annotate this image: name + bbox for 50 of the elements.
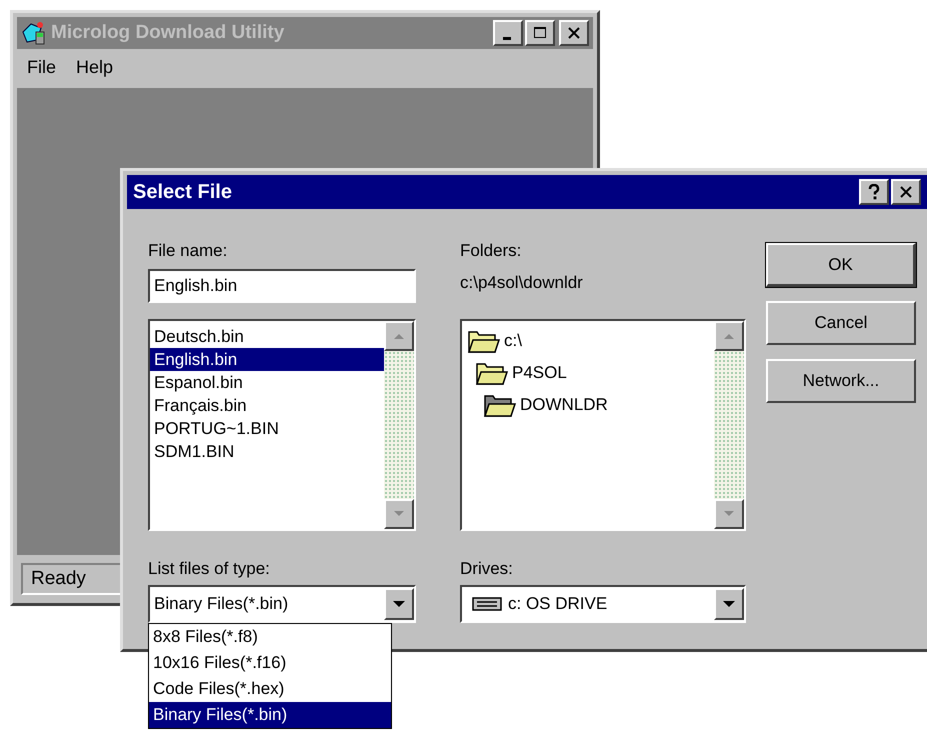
- folder-name[interactable]: c:\: [504, 331, 522, 351]
- dropdown-option[interactable]: Code Files(*.hex): [149, 676, 391, 702]
- window-title: Microlog Download Utility: [51, 22, 286, 44]
- file-list-item[interactable]: Deutsch.bin: [150, 325, 384, 348]
- dialog-button[interactable]: OK: [766, 243, 916, 287]
- dropdown-option[interactable]: 8x8 Files(*.f8): [149, 624, 391, 650]
- file-list-item[interactable]: Français.bin: [150, 394, 384, 417]
- down-arrow-icon: [393, 510, 405, 518]
- dialog-button[interactable]: Network...: [766, 359, 916, 403]
- file-list-item[interactable]: Espanol.bin: [150, 371, 384, 394]
- close-icon: [899, 185, 913, 199]
- file-name-label: File name:: [148, 240, 228, 262]
- scrollbar[interactable]: [384, 321, 414, 529]
- maximize-icon: [533, 26, 547, 40]
- menu-item[interactable]: File: [19, 55, 64, 80]
- menu-item[interactable]: Help: [68, 55, 122, 80]
- scroll-down-button[interactable]: [384, 499, 414, 529]
- close-button[interactable]: [559, 20, 589, 46]
- dialog-title: Select File: [133, 180, 233, 204]
- folder-path: c:\p4sol\downldr: [460, 273, 584, 294]
- maximize-button[interactable]: [525, 20, 555, 46]
- file-type-dropdown[interactable]: Binary Files(*.bin): [148, 585, 416, 623]
- close-button[interactable]: [891, 179, 921, 205]
- down-arrow-icon: [723, 510, 735, 518]
- dropdown-option[interactable]: 10x16 Files(*.f16): [149, 650, 391, 676]
- minimize-button[interactable]: [493, 20, 523, 46]
- file-list-item[interactable]: SDM1.BIN: [150, 440, 384, 463]
- drives-dropdown[interactable]: c: OS DRIVE: [460, 585, 746, 623]
- up-arrow-icon: [723, 332, 735, 340]
- scroll-up-button[interactable]: [384, 321, 414, 351]
- scroll-down-button[interactable]: [714, 499, 744, 529]
- help-button[interactable]: [859, 179, 889, 205]
- drive-icon: [472, 596, 502, 612]
- dropdown-arrow-icon: [723, 600, 735, 608]
- folders-label: Folders:: [460, 240, 522, 262]
- file-list-item[interactable]: PORTUG~1.BIN: [150, 417, 384, 440]
- help-icon: [868, 184, 880, 200]
- scroll-up-button[interactable]: [714, 321, 744, 351]
- folder-name[interactable]: DOWNLDR: [520, 395, 608, 415]
- file-list-item[interactable]: English.bin: [150, 348, 384, 371]
- dropdown-option[interactable]: Binary Files(*.bin): [149, 702, 391, 728]
- scrollbar[interactable]: [714, 321, 744, 529]
- dialog-button[interactable]: Cancel: [766, 301, 916, 345]
- folder-name[interactable]: P4SOL: [512, 363, 567, 383]
- close-icon: [567, 26, 581, 40]
- minimize-icon: [503, 36, 511, 40]
- dropdown-arrow-icon: [393, 600, 405, 608]
- file-name-field[interactable]: English.bin: [148, 269, 416, 303]
- app-icon: [21, 20, 47, 46]
- up-arrow-icon: [393, 332, 405, 340]
